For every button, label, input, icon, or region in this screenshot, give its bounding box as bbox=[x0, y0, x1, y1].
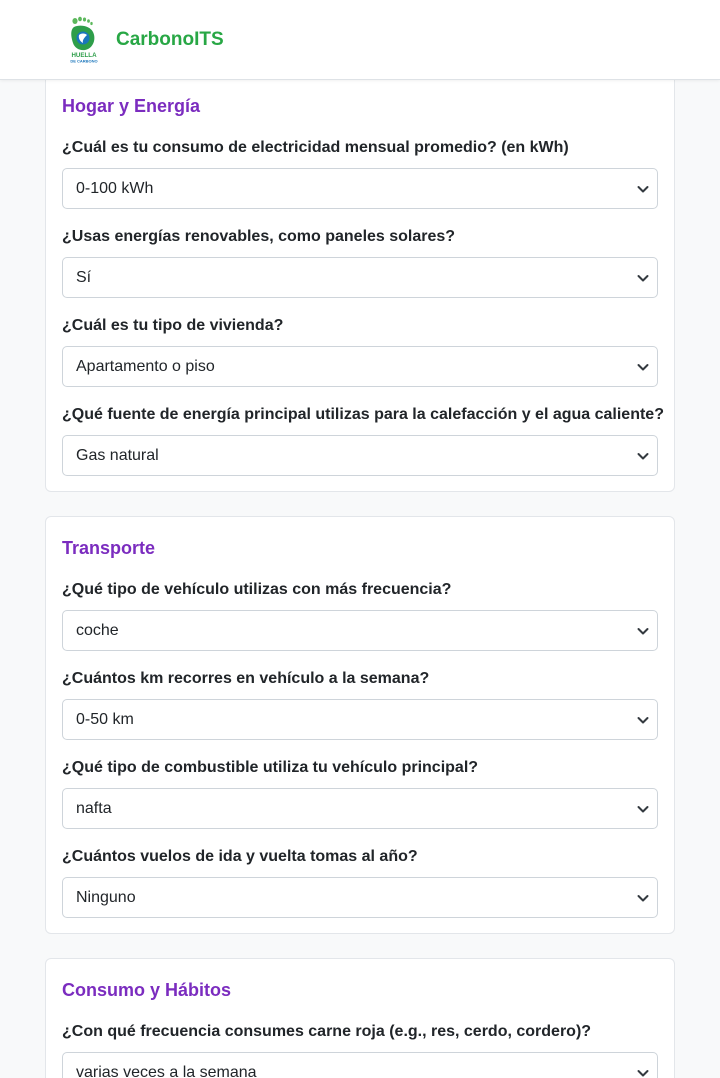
select-value: 0-50 km bbox=[76, 710, 134, 728]
question-label-red-meat: ¿Con qué frecuencia consumes carne roja … bbox=[62, 1023, 592, 1040]
chevron-down-icon bbox=[637, 1070, 649, 1077]
chevron-down-icon bbox=[637, 275, 649, 282]
question-label-vehicle-type: ¿Qué tipo de vehículo utilizas con más f… bbox=[62, 581, 452, 598]
section-title: Hogar y Energía bbox=[62, 96, 201, 116]
vehicle-type-select[interactable]: coche bbox=[62, 610, 658, 651]
select-value: varias veces a la semana bbox=[76, 1063, 257, 1078]
chevron-down-icon bbox=[637, 806, 649, 813]
flights-select[interactable]: Ninguno bbox=[62, 877, 658, 918]
question-label-housing: ¿Cuál es tu tipo de vivienda? bbox=[62, 317, 284, 334]
select-value: nafta bbox=[76, 799, 112, 817]
electricity-select[interactable]: 0-100 kWh bbox=[62, 168, 658, 209]
renewables-select[interactable]: Sí bbox=[62, 257, 658, 298]
select-value: Ninguno bbox=[76, 888, 136, 906]
select-value: Sí bbox=[76, 268, 92, 286]
housing-select[interactable]: Apartamento o piso bbox=[62, 346, 658, 387]
question-label-electricity: ¿Cuál es tu consumo de electricidad mens… bbox=[62, 139, 569, 156]
select-value: coche bbox=[76, 621, 119, 639]
question-label-renewables: ¿Usas energías renovables, como paneles … bbox=[62, 228, 456, 245]
question-label-flights: ¿Cuántos vuelos de ida y vuelta tomas al… bbox=[62, 848, 418, 865]
km-weekly-select[interactable]: 0-50 km bbox=[62, 699, 658, 740]
section-title: Consumo y Hábitos bbox=[62, 980, 232, 1000]
chevron-down-icon bbox=[637, 364, 649, 371]
section-card-consumo-habitos: Consumo y Hábitos ¿Con qué frecuencia co… bbox=[45, 958, 675, 1078]
chevron-down-icon bbox=[637, 717, 649, 724]
select-value: Apartamento o piso bbox=[76, 357, 215, 375]
carbon-footprint-logo[interactable]: HUELLA DE CARBONO bbox=[66, 16, 102, 64]
logo-text-de-carbono: DE CARBONO bbox=[70, 59, 97, 64]
chevron-down-icon bbox=[637, 628, 649, 635]
red-meat-select[interactable]: varias veces a la semana bbox=[62, 1052, 658, 1078]
select-value: Gas natural bbox=[76, 446, 159, 464]
heating-select[interactable]: Gas natural bbox=[62, 435, 658, 476]
select-value: 0-100 kWh bbox=[76, 179, 154, 197]
chevron-down-icon bbox=[637, 453, 649, 460]
question-label-heating: ¿Qué fuente de energía principal utiliza… bbox=[62, 406, 664, 423]
question-label-km-weekly: ¿Cuántos km recorres en vehículo a la se… bbox=[62, 670, 430, 687]
chevron-down-icon bbox=[637, 895, 649, 902]
navbar: HUELLA DE CARBONO CarbonoITS bbox=[0, 0, 720, 80]
section-title: Transporte bbox=[62, 538, 156, 558]
fuel-type-select[interactable]: nafta bbox=[62, 788, 658, 829]
section-card-hogar-energia: Hogar y Energía ¿Cuál es tu consumo de e… bbox=[45, 60, 675, 492]
section-card-transporte: Transporte ¿Qué tipo de vehículo utiliza… bbox=[45, 516, 675, 934]
brand-name[interactable]: CarbonoITS bbox=[116, 29, 224, 51]
chevron-down-icon bbox=[637, 186, 649, 193]
question-label-fuel-type: ¿Qué tipo de combustible utiliza tu vehí… bbox=[62, 759, 479, 776]
